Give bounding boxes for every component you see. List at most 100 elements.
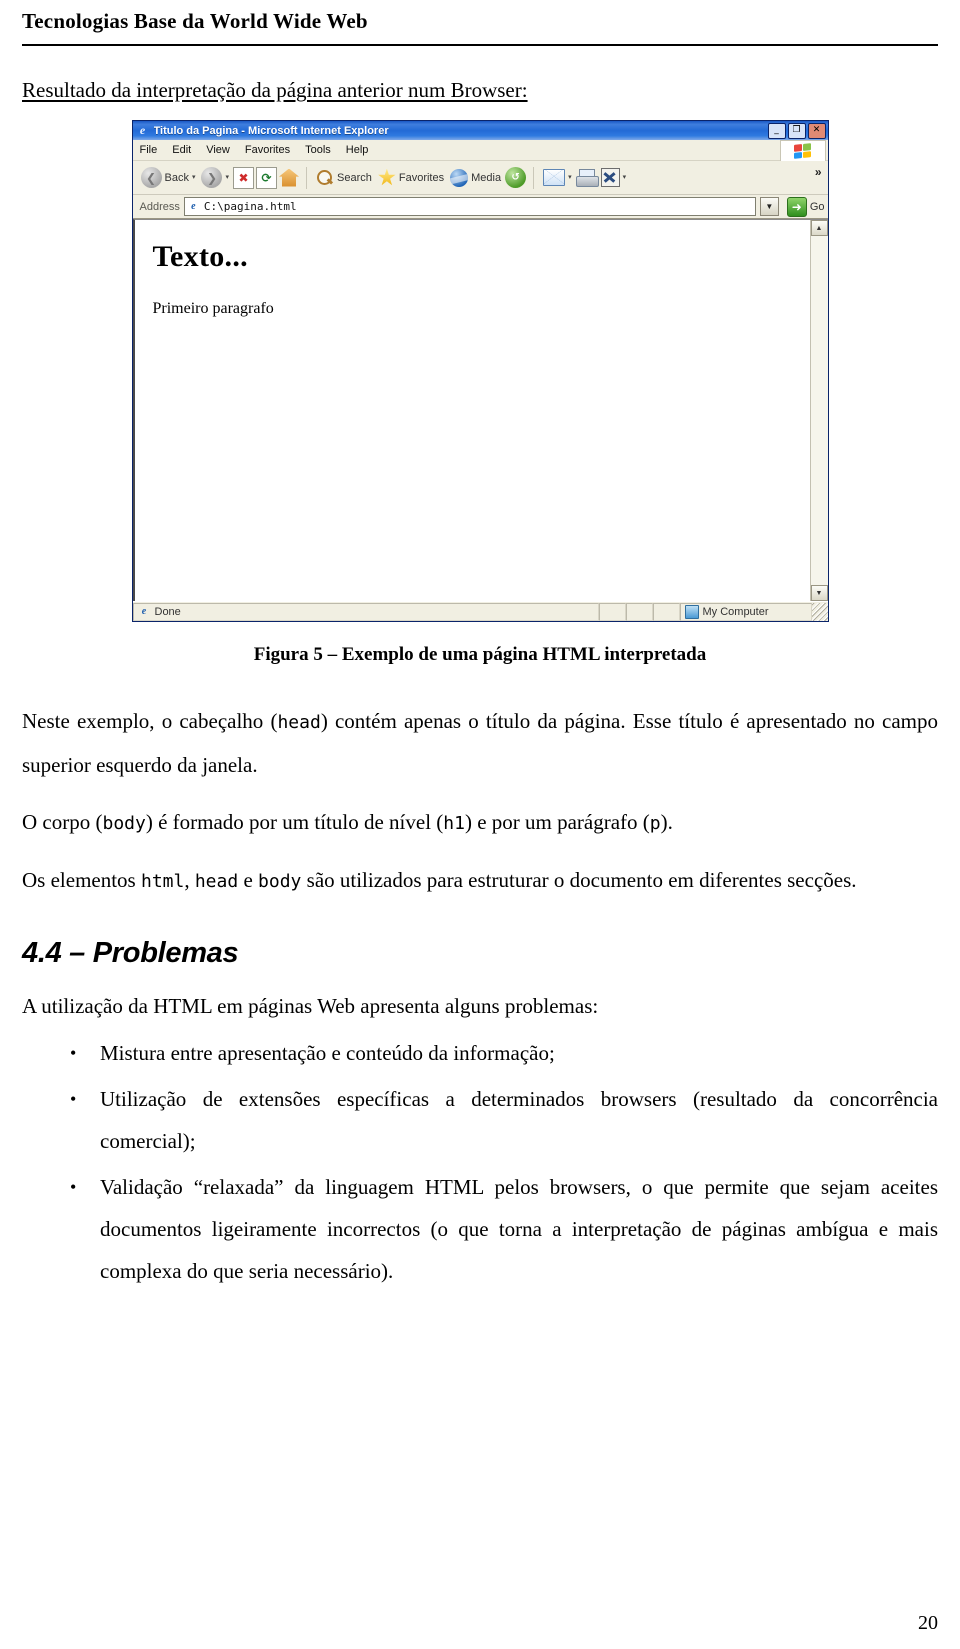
- chevron-down-icon-forward[interactable]: ▾: [225, 174, 229, 181]
- paragraph-3: Os elementos html, head e body são utili…: [22, 859, 938, 903]
- search-icon: [316, 169, 334, 187]
- prose-section: Neste exemplo, o cabeçalho (head) contém…: [22, 700, 938, 903]
- chevron-down-icon-mail[interactable]: ▾: [568, 174, 572, 181]
- list-item: • Utilização de extensões específicas a …: [70, 1078, 938, 1162]
- windows-flag-icon: [779, 140, 826, 162]
- security-zone-label: My Computer: [702, 605, 769, 618]
- browser-viewport: Texto... Primeiro paragrafo ▲ ▼: [132, 219, 828, 601]
- edit-icon: [600, 168, 620, 187]
- address-dropdown-icon[interactable]: ▼: [759, 197, 779, 216]
- favorites-label: Favorites: [398, 171, 445, 184]
- stop-icon[interactable]: ✖: [233, 166, 254, 189]
- figure-caption: Figura 5 – Exemplo de uma página HTML in…: [253, 644, 707, 665]
- menu-item-favorites[interactable]: Favorites: [245, 144, 299, 156]
- address-value: C:\pagina.html: [203, 200, 297, 213]
- p3-text-d: são utilizados para estruturar o documen…: [301, 868, 857, 892]
- bullet-icon: •: [70, 1089, 77, 1109]
- p1-code-head: head: [277, 712, 321, 733]
- refresh-icon[interactable]: ⟳: [256, 166, 277, 189]
- status-bar: e Done My Computer: [132, 601, 828, 621]
- p3-code-head: head: [194, 871, 239, 892]
- section-intro: A utilização da HTML em páginas Web apre…: [22, 994, 599, 1018]
- rendered-h1: Texto...: [152, 240, 248, 273]
- media-button[interactable]: Media: [448, 168, 503, 187]
- history-icon[interactable]: ↺: [505, 167, 527, 188]
- mail-button[interactable]: ▾: [541, 169, 574, 186]
- status-pane-3: [652, 602, 680, 621]
- p3-text-b: ,: [184, 868, 195, 892]
- menu-bar: File Edit View Favorites Tools Help: [132, 140, 828, 162]
- media-label: Media: [471, 171, 502, 184]
- p2-code-body: body: [102, 813, 146, 834]
- status-text: Done: [154, 605, 181, 618]
- p1-text-a: Neste exemplo, o cabeçalho (: [22, 709, 278, 733]
- list-item-text: Validação “relaxada” da linguagem HTML p…: [100, 1175, 938, 1283]
- running-header: Tecnologias Base da World Wide Web: [22, 8, 938, 46]
- mail-icon: [543, 169, 566, 186]
- search-label: Search: [337, 171, 372, 184]
- menu-item-tools[interactable]: Tools: [305, 144, 340, 156]
- toolbar-separator-2: [533, 166, 535, 189]
- list-item: • Mistura entre apresentação e conteúdo …: [70, 1032, 938, 1074]
- address-label: Address: [139, 200, 180, 213]
- resize-grip[interactable]: [811, 602, 828, 621]
- window-titlebar: e Titulo da Pagina - Microsoft Internet …: [132, 121, 828, 140]
- menu-item-view[interactable]: View: [206, 144, 239, 156]
- minimize-button[interactable]: _: [767, 122, 786, 139]
- my-computer-icon: [684, 604, 699, 619]
- browser-toolbar: ❮ Back ▾ ❯ ▾ ✖ ⟳ Search Favorites Media …: [132, 161, 828, 195]
- address-bar: Address e C:\pagina.html ▼ ➜ Go: [132, 195, 828, 219]
- toolbar-overflow-icon[interactable]: »: [815, 165, 822, 179]
- paragraph-1: Neste exemplo, o cabeçalho (head) contém…: [22, 700, 938, 787]
- p2-text-c: ) e por um parágrafo (: [464, 810, 650, 834]
- go-arrow-icon: ➜: [786, 196, 807, 217]
- p2-code-h1: h1: [443, 813, 465, 834]
- paragraph-2: O corpo (body) é formado por um título d…: [22, 801, 938, 845]
- scroll-down-button[interactable]: ▼: [810, 585, 828, 601]
- status-text-pane: e Done: [132, 602, 599, 621]
- scrollbar-track[interactable]: [810, 236, 828, 585]
- menu-item-edit[interactable]: Edit: [172, 144, 200, 156]
- forward-button[interactable]: ❯ ▾: [199, 167, 231, 188]
- menu-item-file[interactable]: File: [140, 144, 167, 156]
- rendered-html-page: Texto... Primeiro paragrafo: [135, 220, 810, 601]
- internet-explorer-small-icon: e: [141, 606, 147, 617]
- favorites-star-icon: [378, 168, 396, 186]
- close-button[interactable]: ✕: [807, 122, 826, 139]
- window-title: Titulo da Pagina - Microsoft Internet Ex…: [153, 124, 389, 137]
- edit-button[interactable]: ▾: [599, 168, 629, 187]
- back-button-label: Back: [164, 171, 189, 184]
- p3-text-c: e: [238, 868, 259, 892]
- toolbar-separator-1: [306, 166, 307, 189]
- p2-text-b: ) é formado por um título de nível (: [145, 810, 444, 834]
- back-button[interactable]: ❮ Back ▾: [139, 167, 198, 188]
- list-item-text: Mistura entre apresentação e conteúdo da…: [100, 1041, 555, 1065]
- forward-arrow-icon: ❯: [201, 167, 223, 188]
- status-pane-1: [598, 602, 626, 621]
- chevron-down-icon[interactable]: ▾: [192, 174, 196, 181]
- scroll-up-button[interactable]: ▲: [810, 220, 828, 236]
- lead-sentence: Resultado da interpretação da página ant…: [22, 78, 528, 102]
- p2-text-a: O corpo (: [22, 810, 103, 834]
- search-button[interactable]: Search: [314, 169, 374, 187]
- p2-code-p: p: [649, 813, 661, 834]
- section-heading-problemas: 4.4 – Problemas: [22, 937, 239, 969]
- status-pane-2: [625, 602, 653, 621]
- list-item: • Validação “relaxada” da linguagem HTML…: [70, 1166, 938, 1292]
- bullet-icon: •: [70, 1043, 77, 1063]
- window-controls: _ ❐ ✕: [767, 122, 826, 139]
- menu-item-help[interactable]: Help: [346, 144, 378, 156]
- favorites-button[interactable]: Favorites: [376, 168, 446, 187]
- home-icon[interactable]: [279, 168, 299, 187]
- bullet-icon: •: [70, 1177, 77, 1197]
- maximize-button[interactable]: ❐: [787, 122, 806, 139]
- figure-browser-screenshot: e Titulo da Pagina - Microsoft Internet …: [22, 120, 938, 622]
- page-number: 20: [918, 1612, 938, 1634]
- address-input[interactable]: e C:\pagina.html: [183, 197, 756, 216]
- rendered-paragraph: Primeiro paragrafo: [152, 300, 274, 317]
- chevron-down-icon-edit[interactable]: ▾: [623, 174, 627, 181]
- print-icon[interactable]: [575, 169, 599, 187]
- page-body: Resultado da interpretação da página ant…: [22, 64, 938, 1296]
- go-button[interactable]: ➜ Go: [783, 196, 825, 217]
- vertical-scrollbar[interactable]: ▲ ▼: [809, 220, 828, 601]
